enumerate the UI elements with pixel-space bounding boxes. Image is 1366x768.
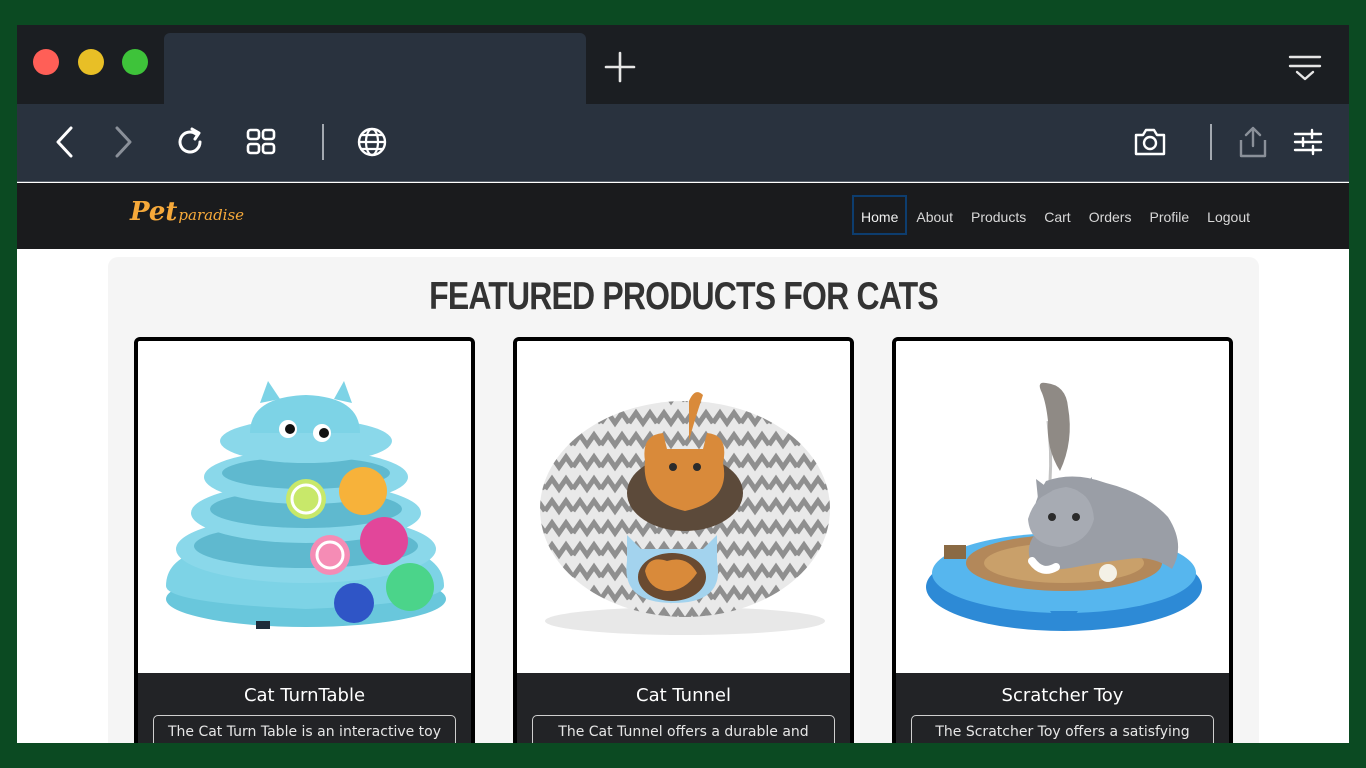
customize-button[interactable] bbox=[1290, 124, 1326, 160]
nav-link-home[interactable]: Home bbox=[852, 195, 908, 235]
new-tab-button[interactable] bbox=[602, 49, 638, 85]
scratcher-toy-image[interactable] bbox=[896, 341, 1229, 673]
tabs-overview-button[interactable] bbox=[243, 124, 279, 160]
product-card-body: Scratcher Toy The Scratcher Toy offers a… bbox=[896, 673, 1229, 743]
product-card[interactable]: Cat TurnTable The Cat Turn Table is an i… bbox=[134, 337, 475, 743]
forward-button[interactable] bbox=[105, 124, 141, 160]
minimize-window-button[interactable] bbox=[78, 49, 104, 75]
back-icon bbox=[56, 126, 73, 158]
toolbar-separator bbox=[322, 124, 324, 160]
section-heading: FEATURED PRODUCTS FOR CATS bbox=[429, 275, 939, 318]
site-info-button[interactable] bbox=[354, 124, 390, 160]
product-name: Cat Tunnel bbox=[636, 685, 731, 706]
camera-icon bbox=[1134, 128, 1166, 156]
reload-button[interactable] bbox=[172, 124, 208, 160]
product-card-body: Cat Tunnel The Cat Tunnel offers a durab… bbox=[517, 673, 850, 743]
reload-icon bbox=[178, 127, 202, 154]
grid-icon bbox=[246, 128, 276, 155]
product-name: Scratcher Toy bbox=[1001, 685, 1124, 706]
tab-bar bbox=[17, 25, 1349, 104]
site-nav-links: Home About Products Cart Orders Profile … bbox=[852, 195, 1259, 235]
logo-sub-text: paradise bbox=[178, 206, 245, 224]
product-name: Cat TurnTable bbox=[243, 685, 366, 706]
product-card[interactable]: Scratcher Toy The Scratcher Toy offers a… bbox=[892, 337, 1233, 743]
tab-menu-button[interactable] bbox=[1287, 53, 1323, 83]
tab-menu-icon bbox=[1288, 55, 1322, 81]
back-button[interactable] bbox=[47, 124, 83, 160]
browser-window: Petparadise Home About Products Cart Ord… bbox=[17, 25, 1349, 743]
logo-main-text: Pet bbox=[130, 197, 178, 227]
toolbar-separator bbox=[1210, 124, 1212, 160]
screenshot-button[interactable] bbox=[1132, 124, 1168, 160]
product-description: The Cat Tunnel offers a durable and bbox=[532, 715, 835, 743]
nav-link-profile[interactable]: Profile bbox=[1140, 195, 1198, 235]
product-description: The Scratcher Toy offers a satisfying bbox=[911, 715, 1214, 743]
sliders-icon bbox=[1293, 128, 1323, 156]
product-description: The Cat Turn Table is an interactive toy bbox=[153, 715, 456, 743]
close-window-button[interactable] bbox=[33, 49, 59, 75]
cat-tunnel-image[interactable] bbox=[517, 341, 850, 673]
nav-link-products[interactable]: Products bbox=[962, 195, 1035, 235]
product-card[interactable]: Cat Tunnel The Cat Tunnel offers a durab… bbox=[513, 337, 854, 743]
plus-icon bbox=[604, 51, 636, 83]
maximize-window-button[interactable] bbox=[122, 49, 148, 75]
site-navbar: Petparadise Home About Products Cart Ord… bbox=[17, 183, 1349, 249]
share-button[interactable] bbox=[1235, 124, 1271, 160]
active-tab[interactable] bbox=[164, 33, 586, 104]
nav-link-logout[interactable]: Logout bbox=[1198, 195, 1259, 235]
site-logo[interactable]: Petparadise bbox=[130, 197, 244, 227]
browser-toolbar bbox=[17, 104, 1349, 182]
featured-products-section: FEATURED PRODUCTS FOR CATS Cat TurnTable… bbox=[108, 257, 1259, 743]
product-card-body: Cat TurnTable The Cat Turn Table is an i… bbox=[138, 673, 471, 743]
nav-link-cart[interactable]: Cart bbox=[1035, 195, 1079, 235]
cat-turntable-image[interactable] bbox=[138, 341, 471, 673]
forward-icon bbox=[115, 126, 132, 158]
share-icon bbox=[1239, 126, 1267, 158]
nav-link-about[interactable]: About bbox=[907, 195, 962, 235]
nav-link-orders[interactable]: Orders bbox=[1080, 195, 1141, 235]
globe-icon bbox=[357, 127, 387, 157]
